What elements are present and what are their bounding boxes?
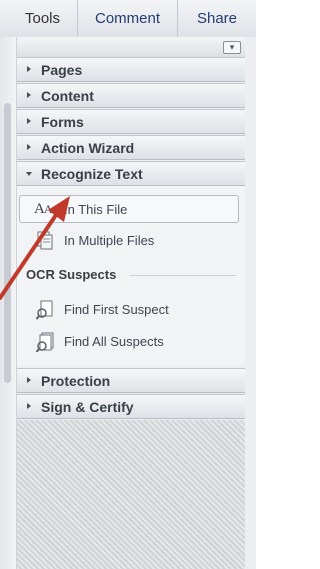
collapse-triangle-icon [26, 172, 32, 176]
panel-label: Action Wizard [41, 140, 135, 156]
section-divider [130, 275, 236, 276]
panel-protection[interactable]: Protection [17, 368, 245, 393]
panel-pages[interactable]: Pages [17, 57, 245, 82]
empty-pane-area [17, 420, 245, 569]
expand-triangle-icon [27, 118, 31, 124]
tab-share[interactable]: Share [178, 0, 256, 37]
tab-comment[interactable]: Comment [78, 0, 178, 37]
panel-content[interactable]: Content [17, 83, 245, 108]
expand-triangle-icon [27, 144, 31, 150]
panel-recognize-text[interactable]: Recognize Text [17, 161, 245, 186]
item-label: Find All Suspects [64, 334, 164, 349]
panel-label: Recognize Text [41, 166, 143, 182]
panel-forms[interactable]: Forms [17, 109, 245, 134]
task-tabs: Tools Comment Share [0, 0, 256, 38]
panel-label: Sign & Certify [41, 399, 134, 415]
expand-triangle-icon [27, 377, 31, 383]
tab-tools[interactable]: Tools [8, 0, 78, 37]
expand-triangle-icon [27, 403, 31, 409]
panel-label: Pages [41, 62, 83, 78]
panel-sign-certify[interactable]: Sign & Certify [17, 394, 245, 419]
panel-label: Forms [41, 114, 84, 130]
panel-label: Protection [41, 373, 111, 389]
expand-triangle-icon [27, 66, 31, 72]
panel-options-icon[interactable]: ▾ [223, 41, 241, 54]
annotation-arrow-icon [0, 196, 70, 300]
find-all-suspects-button[interactable]: Find All Suspects [20, 328, 240, 356]
expand-triangle-icon [27, 92, 31, 98]
find-all-suspects-icon [36, 332, 54, 352]
pane-header: ▾ [17, 37, 245, 58]
panel-action-wizard[interactable]: Action Wizard [17, 135, 245, 160]
panel-label: Content [41, 88, 94, 104]
